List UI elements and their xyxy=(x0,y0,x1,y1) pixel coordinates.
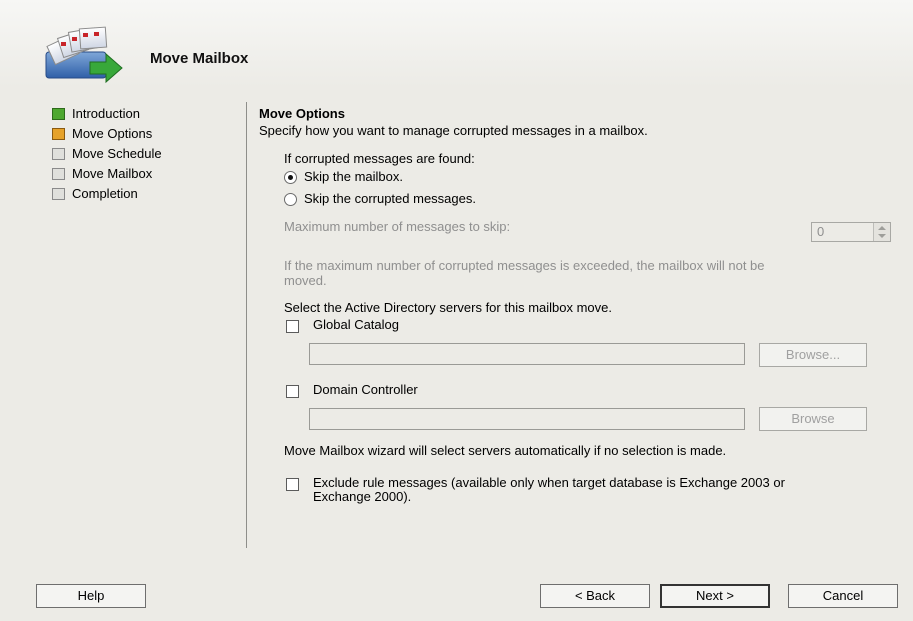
exclude-rules-label: Exclude rule messages (available only wh… xyxy=(313,475,785,490)
radio-label: Skip the mailbox. xyxy=(304,169,403,184)
exclude-rules-checkbox[interactable] xyxy=(286,478,299,491)
browse-global-catalog-button[interactable]: Browse... xyxy=(759,343,867,367)
step-label: Move Options xyxy=(72,126,153,141)
max-skip-stepper[interactable]: 0 xyxy=(811,222,891,242)
ad-servers-prompt: Select the Active Directory servers for … xyxy=(284,300,613,315)
max-skip-value: 0 xyxy=(817,224,825,239)
step-move-mailbox: Move Mailbox xyxy=(52,165,232,185)
auto-select-note: Move Mailbox wizard will select servers … xyxy=(284,443,727,458)
spin-up-icon[interactable] xyxy=(878,226,886,230)
stepper-arrows[interactable] xyxy=(873,223,890,241)
step-label: Introduction xyxy=(72,106,140,121)
step-move-options: Move Options xyxy=(52,125,232,145)
step-current-icon xyxy=(52,128,65,140)
max-skip-note: If the maximum number of corrupted messa… xyxy=(284,258,765,273)
step-pending-icon xyxy=(52,168,65,180)
step-completion: Completion xyxy=(52,185,232,205)
max-skip-note-cont: moved. xyxy=(284,273,327,288)
wizard-title: Move Mailbox xyxy=(150,50,249,67)
step-pending-icon xyxy=(52,148,65,160)
help-button[interactable]: Help xyxy=(36,584,146,608)
global-catalog-checkbox[interactable] xyxy=(286,320,299,333)
domain-controller-field[interactable] xyxy=(309,408,745,430)
radio-skip-messages[interactable]: Skip the corrupted messages. xyxy=(284,191,584,207)
radio-unselected-icon[interactable] xyxy=(284,193,297,206)
step-move-schedule: Move Schedule xyxy=(52,145,232,165)
step-pending-icon xyxy=(52,188,65,200)
step-label: Move Schedule xyxy=(72,146,162,161)
nav-divider xyxy=(246,102,247,548)
cancel-button[interactable]: Cancel xyxy=(788,584,898,608)
wizard-steps-nav: Introduction Move Options Move Schedule … xyxy=(52,105,232,205)
step-complete-icon xyxy=(52,108,65,120)
domain-controller-checkbox[interactable] xyxy=(286,385,299,398)
exclude-rules-label-cont: Exchange 2000). xyxy=(313,489,412,504)
step-introduction: Introduction xyxy=(52,105,232,125)
back-button[interactable]: < Back xyxy=(540,584,650,608)
radio-skip-mailbox[interactable]: Skip the mailbox. xyxy=(284,169,584,185)
step-label: Completion xyxy=(72,186,138,201)
browse-domain-controller-button[interactable]: Browse xyxy=(759,407,867,431)
next-button[interactable]: Next > xyxy=(660,584,770,608)
radio-selected-icon[interactable] xyxy=(284,171,297,184)
global-catalog-label: Global Catalog xyxy=(313,317,399,332)
step-label: Move Mailbox xyxy=(72,166,153,181)
max-skip-label: Maximum number of messages to skip: xyxy=(284,219,511,234)
radio-label: Skip the corrupted messages. xyxy=(304,191,476,206)
move-options-panel: Move Options Specify how you want to man… xyxy=(259,0,899,560)
move-mailbox-icon xyxy=(45,26,123,84)
corrupted-prompt: If corrupted messages are found: xyxy=(284,151,475,166)
spin-down-icon[interactable] xyxy=(878,234,886,238)
section-title: Move Options xyxy=(259,106,345,121)
domain-controller-label: Domain Controller xyxy=(313,382,418,397)
section-description: Specify how you want to manage corrupted… xyxy=(259,123,648,138)
global-catalog-field[interactable] xyxy=(309,343,745,365)
